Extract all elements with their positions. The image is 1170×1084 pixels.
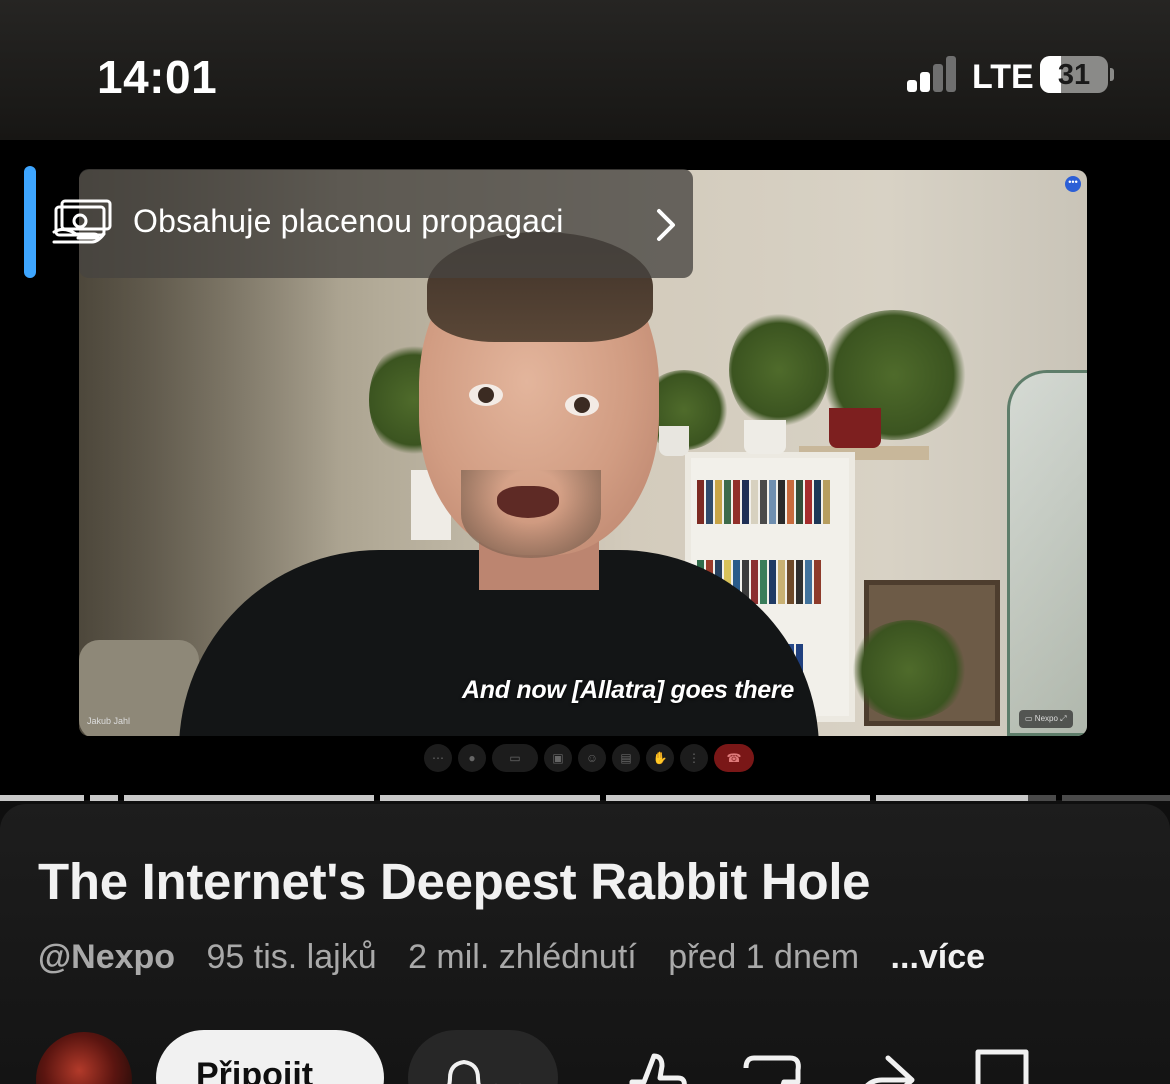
like-icon[interactable] [622,1048,692,1084]
more-icon[interactable] [1090,1048,1150,1084]
dislike-icon[interactable] [738,1048,808,1084]
join-button[interactable]: Připojit [156,1030,384,1084]
battery-level: 31 [1057,59,1091,91]
emoji-icon: ☺ [578,744,606,772]
battery-tip [1110,68,1114,81]
signal-icon [907,56,959,92]
video-info-panel: The Internet's Deepest Rabbit Hole @Nexp… [0,804,1170,1084]
promo-accent [24,166,36,278]
corner-label: Nexpo [1034,714,1058,723]
more-description-link[interactable]: ...více [891,938,986,976]
chapter-segment[interactable] [876,795,1028,801]
view-count: 2 mil. zhlédnutí [408,938,637,976]
save-icon[interactable] [972,1048,1032,1084]
paid-promotion-label[interactable]: Obsahuje placenou propagaci [133,203,564,240]
more-icon: ⋯ [424,744,452,772]
more-icon: ⋮ [680,744,708,772]
action-row: Připojit [0,1028,1170,1084]
share-icon[interactable] [852,1048,922,1084]
chapter-segment[interactable] [606,795,870,801]
video-title[interactable]: The Internet's Deepest Rabbit Hole [38,852,871,911]
eye [565,394,599,416]
screen-share-icon: ▣ [544,744,572,772]
expand-icon: ⤢ [1060,714,1067,723]
video-metadata[interactable]: @Nexpo 95 tis. lajků 2 mil. zhlédnutí př… [38,938,985,977]
participant-name: Jakub Jahl [87,716,131,726]
camera-icon: ▭ [1025,714,1033,723]
status-time: 14:01 [97,51,218,103]
captions-icon: ▤ [612,744,640,772]
raise-hand-icon: ✋ [646,744,674,772]
battery-icon: 31 [1040,56,1108,93]
chapter-segment[interactable] [0,795,84,801]
call-corner-controls: ▭ Nexpo ⤢ [1019,710,1073,728]
like-count: 95 tis. lajků [206,938,377,976]
video-progress-bar[interactable] [0,795,1170,801]
end-call-icon: ☎ [714,744,754,772]
upload-age: před 1 dnem [668,938,860,976]
mouth [497,486,559,518]
video-player[interactable]: And now [Allatra] goes there Jakub Jahl … [0,140,1170,800]
chapter-segment[interactable] [124,795,374,801]
chapter-segment[interactable] [380,795,600,801]
microphone-icon: ● [458,744,486,772]
status-bar: 14:01 LTE 31 [0,0,1170,140]
chapter-segment-remaining[interactable] [1062,795,1170,801]
chapter-segment[interactable] [90,795,118,801]
subscription-bell-button[interactable] [408,1030,558,1084]
chapter-segment-remaining[interactable] [1028,795,1056,801]
eye [469,384,503,406]
chevron-right-icon[interactable] [654,208,678,242]
video-subtitle: And now [Allatra] goes there [462,676,794,704]
paid-promotion-icon [52,199,112,244]
channel-avatar[interactable] [36,1032,132,1084]
more-icon: ••• [1065,176,1081,192]
bell-icon [447,1059,481,1084]
plant [849,620,969,720]
channel-handle[interactable]: @Nexpo [38,938,175,976]
camera-icon: ▭ [492,744,538,772]
network-type: LTE [972,58,1034,96]
plant [729,310,829,430]
call-controls-bar: ⋯ ● ▭ ▣ ☺ ▤ ✋ ⋮ ☎ [424,744,754,774]
